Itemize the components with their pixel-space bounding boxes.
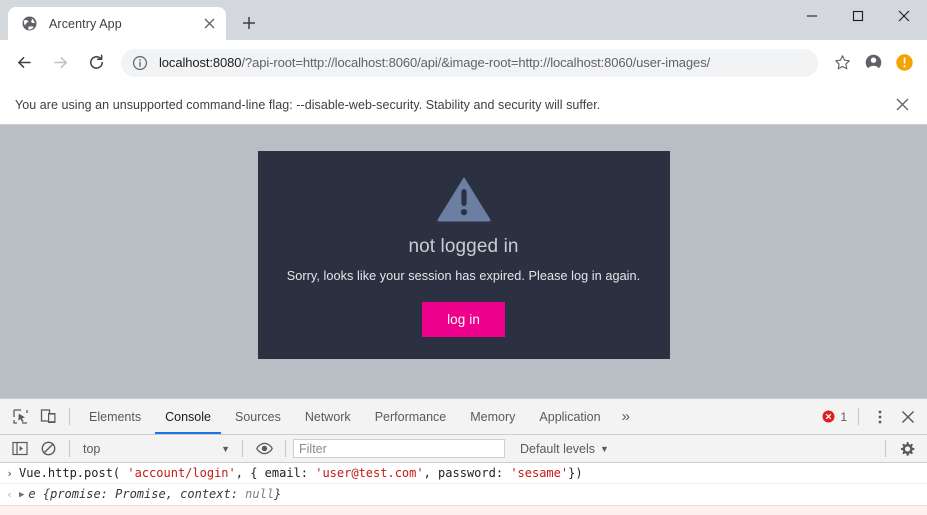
infobar-message: You are using an unsupported command-lin… [15,97,601,112]
console-prompt-icon: › [6,467,13,480]
devtools-close-icon[interactable] [894,404,922,430]
error-circle-icon [822,410,835,423]
console-filter-bar: top ▼ Default levels ▼ [0,435,927,463]
tab-close-icon[interactable] [200,15,218,33]
star-icon[interactable] [828,49,856,77]
console-input-text: Vue.http.post( 'account/login', { email:… [19,466,583,480]
console-output-text: ▶ e {promise: Promise, context: null} [19,486,281,504]
devtools-menu-icon[interactable] [866,404,894,430]
forward-button [45,48,75,78]
tab-performance[interactable]: Performance [363,399,459,434]
title-bar: Arcentry App [0,0,927,40]
error-count-value: 1 [840,409,847,424]
live-expression-icon[interactable] [250,436,278,462]
tab-strip: Arcentry App [0,0,263,40]
tab-sources[interactable]: Sources [223,399,293,434]
browser-toolbar: localhost:8080/?api-root=http://localhos… [0,40,927,85]
filterbar-divider-4 [885,440,886,457]
account-icon[interactable] [859,49,887,77]
console-result-icon: ‹ [6,488,13,501]
url-host: localhost:8080 [159,55,242,70]
warning-triangle-icon [436,174,492,228]
browser-tab[interactable]: Arcentry App [8,7,226,40]
address-bar[interactable]: localhost:8080/?api-root=http://localhos… [121,48,818,77]
execution-context-select[interactable]: top ▼ [77,439,235,459]
new-tab-button[interactable] [235,9,263,37]
globe-icon [21,15,38,32]
update-alert-icon[interactable] [890,49,918,77]
console-error-row[interactable] [0,505,927,515]
infobar-close-icon[interactable] [891,94,913,116]
error-count-badge[interactable]: 1 [822,410,851,424]
url-path: /?api-root=http://localhost:8060/api/&im… [241,55,711,70]
not-logged-in-modal: not logged in Sorry, looks like your ses… [257,151,670,359]
tab-memory[interactable]: Memory [458,399,527,434]
page-viewport: not logged in Sorry, looks like your ses… [0,125,927,398]
address-bar-url: localhost:8080/?api-root=http://localhos… [159,55,710,70]
gear-icon[interactable] [893,436,921,462]
tab-network[interactable]: Network [293,399,363,434]
devtools-tabbar: Elements Console Sources Network Perform… [0,399,927,435]
log-levels-select[interactable]: Default levels ▼ [512,442,617,456]
console-filter-input[interactable] [293,439,505,458]
minimize-button[interactable] [789,0,835,32]
command-line-flag-infobar: You are using an unsupported command-lin… [0,85,927,125]
info-circle-icon[interactable] [132,55,148,71]
close-window-button[interactable] [881,0,927,32]
chevron-down-icon: ▼ [600,443,609,454]
device-toolbar-icon[interactable] [34,404,62,430]
maximize-button[interactable] [835,0,881,32]
devtools-panel: Elements Console Sources Network Perform… [0,398,927,515]
errors-divider [858,408,859,425]
filterbar-divider-3 [285,440,286,457]
console-sidebar-icon[interactable] [6,436,34,462]
window-controls [789,0,927,32]
reload-button[interactable] [81,48,111,78]
expand-object-icon[interactable]: ▶ [19,487,24,504]
filterbar-divider-2 [242,440,243,457]
console-input-row[interactable]: › Vue.http.post( 'account/login', { emai… [0,463,927,484]
modal-message: Sorry, looks like your session has expir… [286,269,641,283]
console-output: › Vue.http.post( 'account/login', { emai… [0,463,927,515]
modal-title: not logged in [408,236,519,257]
tab-title: Arcentry App [49,16,122,31]
tab-elements[interactable]: Elements [77,399,153,434]
toolbar-divider [69,408,70,425]
more-tabs-icon[interactable]: » [613,408,639,425]
tab-console[interactable]: Console [153,399,223,434]
log-in-button[interactable]: log in [422,302,505,337]
console-output-row[interactable]: ‹ ▶ e {promise: Promise, context: null} [0,484,927,505]
execution-context-value: top [83,441,101,456]
log-levels-value: Default levels [520,441,596,456]
inspect-element-icon[interactable] [6,404,34,430]
tab-application[interactable]: Application [527,399,612,434]
chevron-down-icon: ▼ [221,443,230,454]
filterbar-divider-1 [69,440,70,457]
browser-window: Arcentry App localhost:8080/?api-root=ht… [0,0,927,515]
clear-console-icon[interactable] [34,436,62,462]
back-button[interactable] [9,48,39,78]
